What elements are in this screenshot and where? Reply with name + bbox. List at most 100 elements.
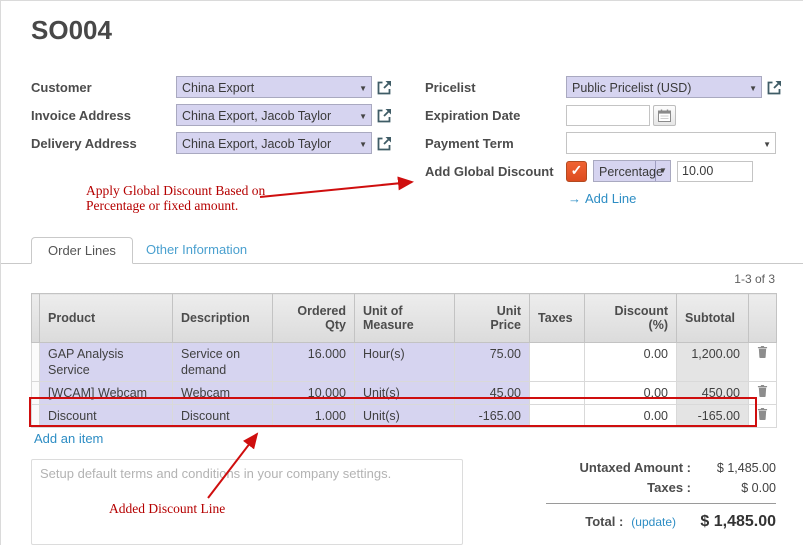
add-line-label: Add Line (585, 191, 636, 206)
pricelist-select[interactable]: Public Pricelist (USD) ▼ (566, 76, 762, 98)
calendar-icon[interactable] (653, 105, 676, 126)
customer-value: China Export (182, 81, 254, 95)
col-unit-of-measure[interactable]: Unit of Measure (355, 294, 455, 343)
external-link-icon[interactable] (377, 136, 392, 151)
order-lines-table: Product Description Ordered Qty Unit of … (31, 293, 777, 428)
row-handle[interactable] (32, 382, 40, 405)
cell-uom[interactable]: Unit(s) (355, 405, 455, 428)
cell-ordered-qty[interactable]: 1.000 (273, 405, 355, 428)
col-ordered-qty[interactable]: Ordered Qty (273, 294, 355, 343)
row-handle[interactable] (32, 405, 40, 428)
payment-term-select[interactable]: ▼ (566, 132, 776, 154)
external-link-icon[interactable] (767, 80, 782, 95)
cell-discount[interactable]: 0.00 (585, 343, 677, 382)
cell-discount[interactable]: 0.00 (585, 382, 677, 405)
chevron-down-icon: ▼ (359, 107, 367, 126)
cell-ordered-qty[interactable]: 16.000 (273, 343, 355, 382)
cell-discount[interactable]: 0.00 (585, 405, 677, 428)
cell-unit-price[interactable]: 45.00 (455, 382, 530, 405)
pricelist-value: Public Pricelist (USD) (572, 81, 691, 95)
delivery-address-value: China Export, Jacob Taylor (182, 137, 331, 151)
cell-uom[interactable]: Unit(s) (355, 382, 455, 405)
row-handle[interactable] (32, 343, 40, 382)
cell-taxes[interactable] (530, 343, 585, 382)
totals-separator (546, 503, 776, 504)
untaxed-amount-value: $ 1,485.00 (691, 461, 776, 475)
delete-row-button[interactable] (749, 343, 777, 382)
expiration-date-label: Expiration Date (425, 108, 566, 123)
chevron-down-icon: ▼ (359, 135, 367, 154)
untaxed-amount-label: Untaxed Amount : (546, 460, 691, 475)
customer-select[interactable]: China Export ▼ (176, 76, 372, 98)
cell-taxes[interactable] (530, 382, 585, 405)
sale-order-form: SO004 Customer China Export ▼ Invoice Ad… (0, 0, 803, 545)
col-handle (32, 294, 40, 343)
chevron-down-icon: ▼ (359, 79, 367, 98)
arrow-right-icon: → (568, 191, 581, 206)
cell-description[interactable]: Webcam (173, 382, 273, 405)
terms-conditions-input[interactable] (31, 459, 463, 545)
notebook-tabbar: Order Lines Other Information (1, 237, 803, 264)
annotation-global-discount: Apply Global Discount Based on Percentag… (86, 183, 265, 213)
update-total-link[interactable]: (update) (631, 515, 676, 529)
pricelist-label: Pricelist (425, 80, 566, 95)
order-line-row-discount: Discount Discount 1.000 Unit(s) -165.00 … (32, 405, 777, 428)
add-line-link[interactable]: → Add Line (568, 191, 636, 206)
delete-row-button[interactable] (749, 382, 777, 405)
external-link-icon[interactable] (377, 108, 392, 123)
col-discount[interactable]: Discount (%) (585, 294, 677, 343)
add-an-item-link[interactable]: Add an item (34, 431, 103, 446)
col-product[interactable]: Product (40, 294, 173, 343)
cell-unit-price[interactable]: 75.00 (455, 343, 530, 382)
cell-ordered-qty[interactable]: 10.000 (273, 382, 355, 405)
cell-subtotal: 450.00 (677, 382, 749, 405)
total-label: Total : (585, 514, 623, 529)
discount-method-value: Percentage (599, 165, 663, 179)
cell-taxes[interactable] (530, 405, 585, 428)
invoice-address-select[interactable]: China Export, Jacob Taylor ▼ (176, 104, 372, 126)
totals-panel: Untaxed Amount : $ 1,485.00 Taxes : $ 0.… (546, 460, 776, 531)
delivery-address-select[interactable]: China Export, Jacob Taylor ▼ (176, 132, 372, 154)
cell-product[interactable]: [WCAM] Webcam (40, 382, 173, 405)
tab-other-information[interactable]: Other Information (130, 237, 263, 264)
global-discount-checkbox[interactable]: ✓ (566, 161, 587, 182)
annotation-discount-line: Added Discount Line (109, 501, 225, 516)
table-header-row: Product Description Ordered Qty Unit of … (32, 294, 777, 343)
col-taxes[interactable]: Taxes (530, 294, 585, 343)
page-title: SO004 (31, 15, 112, 46)
order-line-row: GAP Analysis Service Service on demand 1… (32, 343, 777, 382)
expiration-date-input[interactable] (566, 105, 650, 126)
delivery-address-label: Delivery Address (31, 136, 176, 151)
delete-row-button[interactable] (749, 405, 777, 428)
chevron-down-icon: ▼ (655, 161, 670, 181)
discount-method-select[interactable]: Percentage ▼ (593, 160, 671, 182)
taxes-label: Taxes : (546, 480, 691, 495)
col-delete (749, 294, 777, 343)
external-link-icon[interactable] (377, 80, 392, 95)
trash-icon (757, 346, 768, 358)
chevron-down-icon: ▼ (749, 79, 757, 98)
trash-icon (757, 408, 768, 420)
col-description[interactable]: Description (173, 294, 273, 343)
order-line-row: [WCAM] Webcam Webcam 10.000 Unit(s) 45.0… (32, 382, 777, 405)
cell-subtotal: 1,200.00 (677, 343, 749, 382)
col-subtotal[interactable]: Subtotal (677, 294, 749, 343)
global-discount-label: Add Global Discount (425, 164, 566, 179)
cell-product[interactable]: Discount (40, 405, 173, 428)
invoice-address-value: China Export, Jacob Taylor (182, 109, 331, 123)
cell-uom[interactable]: Hour(s) (355, 343, 455, 382)
trash-icon (757, 385, 768, 397)
annotation-arrow (260, 182, 412, 197)
total-value: $ 1,485.00 (676, 513, 776, 531)
cell-description[interactable]: Discount (173, 405, 273, 428)
cell-product[interactable]: GAP Analysis Service (40, 343, 173, 382)
cell-unit-price[interactable]: -165.00 (455, 405, 530, 428)
discount-amount-input[interactable] (677, 161, 753, 182)
invoice-address-label: Invoice Address (31, 108, 176, 123)
tab-order-lines[interactable]: Order Lines (31, 237, 133, 264)
col-unit-price[interactable]: Unit Price (455, 294, 530, 343)
cell-subtotal: -165.00 (677, 405, 749, 428)
cell-description[interactable]: Service on demand (173, 343, 273, 382)
taxes-value: $ 0.00 (691, 481, 776, 495)
payment-term-label: Payment Term (425, 136, 566, 151)
